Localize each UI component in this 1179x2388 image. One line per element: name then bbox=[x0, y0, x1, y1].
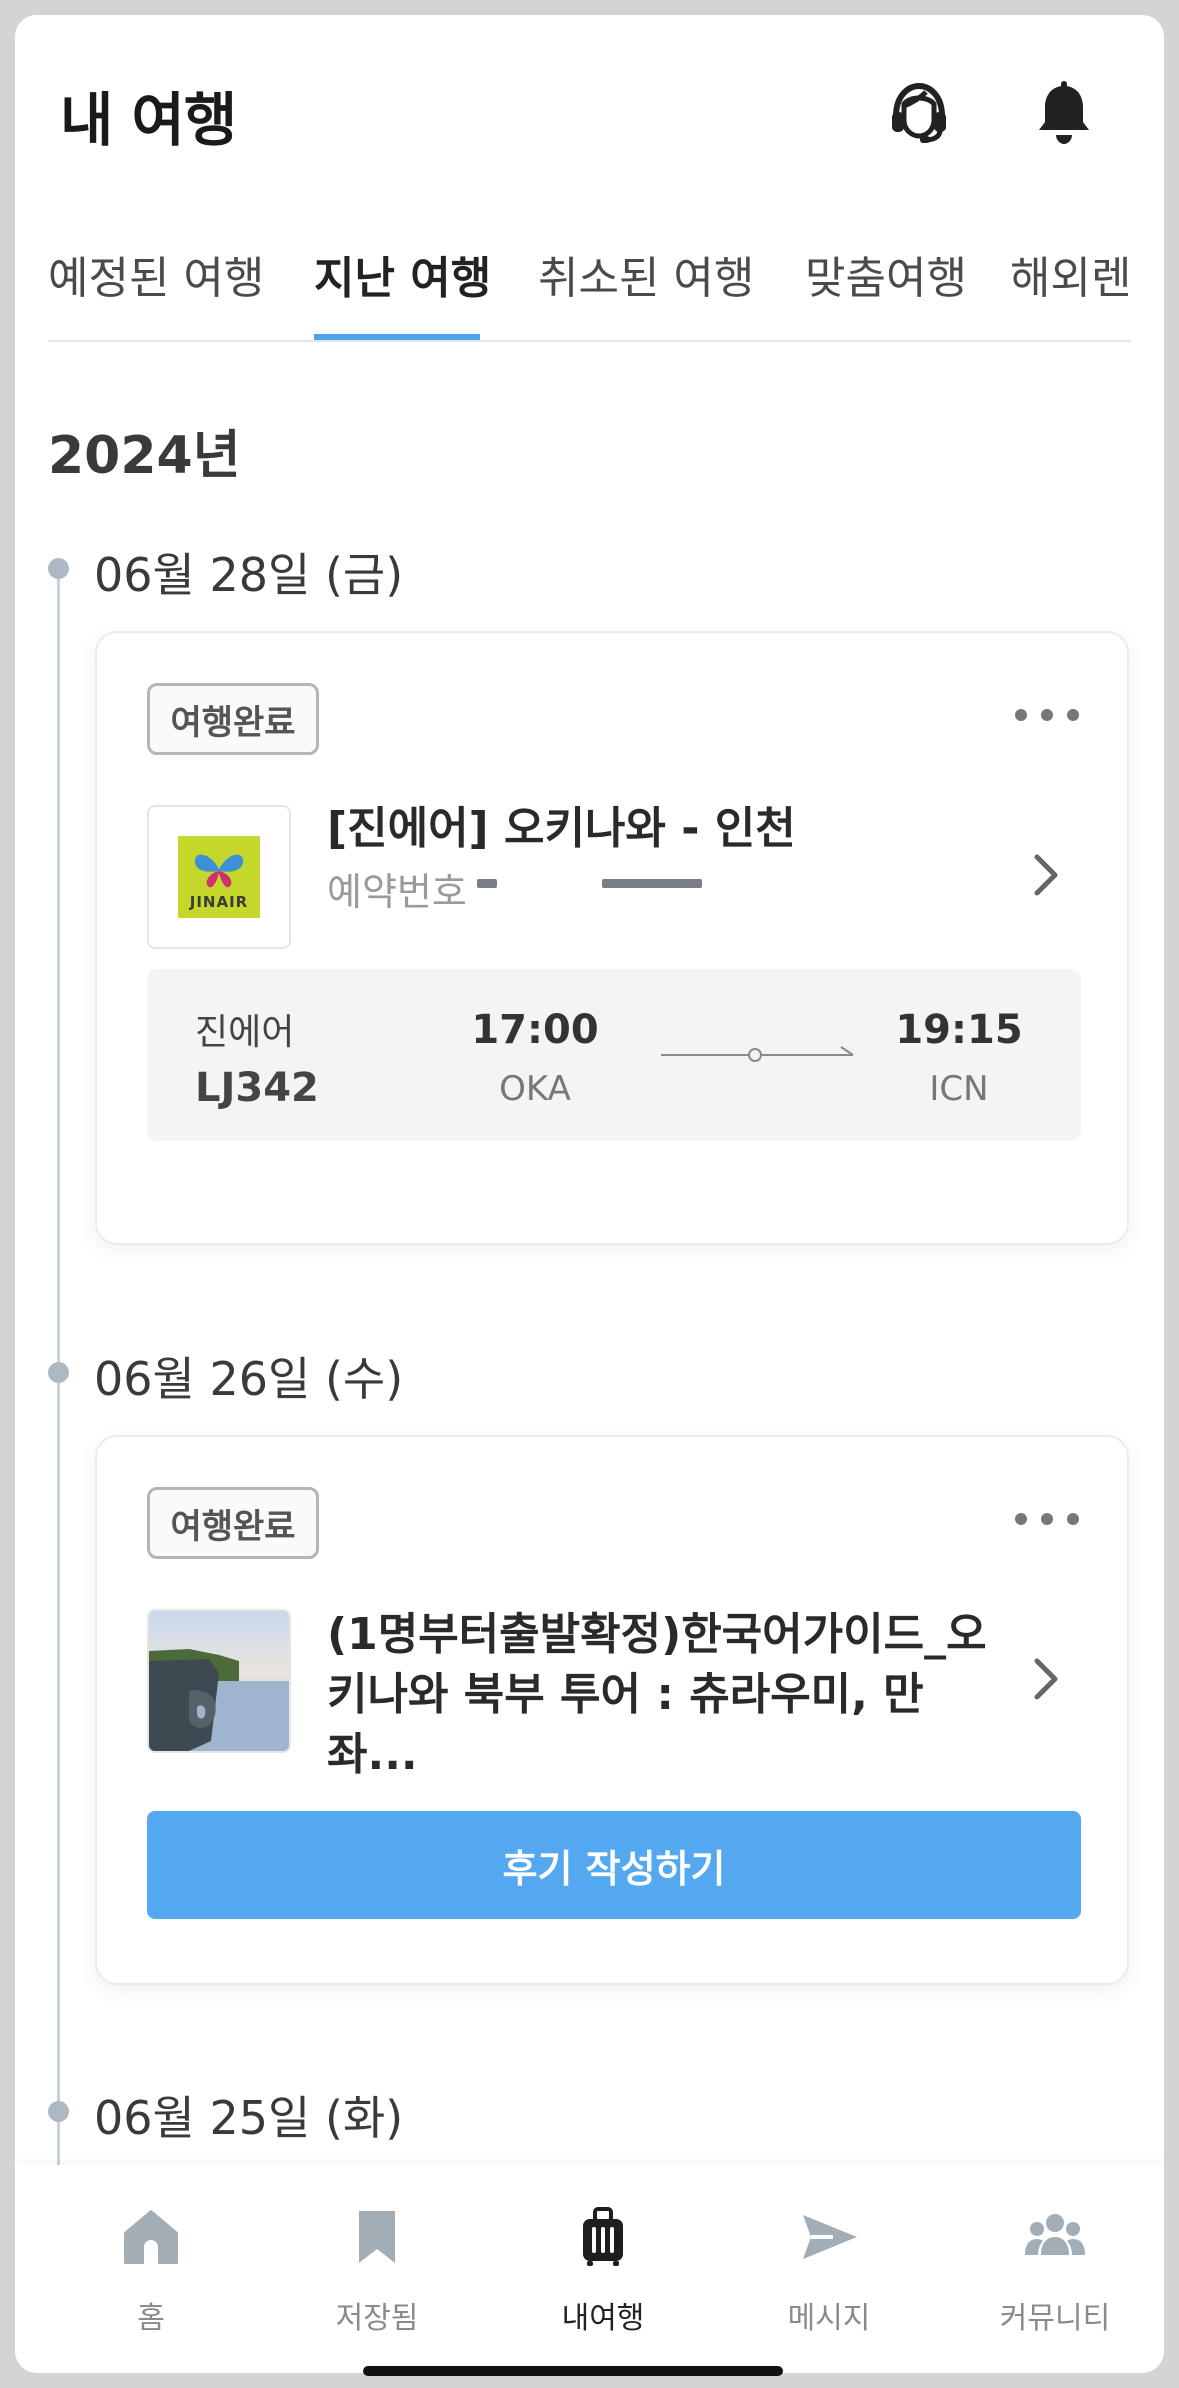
dot-icon bbox=[1041, 1513, 1053, 1525]
airline-logo: JINAIR bbox=[147, 805, 291, 949]
chevron-right-icon[interactable] bbox=[1025, 845, 1065, 905]
dot-icon bbox=[1067, 709, 1079, 721]
more-options-button[interactable] bbox=[1015, 709, 1079, 721]
page-title: 내 여행 bbox=[60, 86, 237, 154]
nav-messages[interactable]: 메시지 bbox=[729, 2165, 929, 2373]
app-screen: 내 여행 예정된 여행 지난 여행 취소된 여행 맞춤여행 해외렌 2024년 bbox=[15, 15, 1164, 2373]
trip-title: [진에어] 오키나와 - 인천 bbox=[327, 803, 796, 854]
tab-overseas-rental[interactable]: 해외렌 bbox=[1010, 242, 1131, 306]
status-badge: 여행완료 bbox=[147, 683, 319, 755]
send-icon bbox=[803, 2215, 857, 2259]
status-badge: 여행완료 bbox=[147, 1487, 319, 1559]
trip-date: 06월 25일 (화) bbox=[94, 2091, 404, 2145]
arrival-time: 19:15 bbox=[895, 1007, 1023, 1053]
dot-icon bbox=[1015, 1513, 1027, 1525]
departure-time: 17:00 bbox=[471, 1007, 599, 1053]
tab-upcoming[interactable]: 예정된 여행 bbox=[48, 242, 264, 306]
tab-custom[interactable]: 맞춤여행 bbox=[805, 242, 967, 306]
departure-airport: OKA bbox=[499, 1069, 571, 1109]
trip-date: 06월 28일 (금) bbox=[94, 548, 404, 602]
nav-my-trips[interactable]: 내여행 bbox=[503, 2165, 703, 2373]
trip-card-flight[interactable]: 여행완료 JINAIR [진에어] 오키나와 - 인천 예약번호 진에어 LJ3… bbox=[95, 631, 1129, 1245]
nav-home[interactable]: 홈 bbox=[51, 2165, 251, 2373]
trip-title-line: 키나와 북부 투어 : 츄라우미, 만좌... bbox=[327, 1669, 924, 1780]
tab-divider bbox=[48, 340, 1131, 342]
nav-community[interactable]: 커뮤니티 bbox=[955, 2165, 1155, 2373]
bottom-navigation: 홈 저장됨 내여행 메시지 커뮤니티 bbox=[15, 2165, 1164, 2373]
svg-text:JINAIR: JINAIR bbox=[189, 893, 248, 911]
headset-icon bbox=[892, 82, 946, 143]
more-options-button[interactable] bbox=[1015, 1513, 1079, 1525]
notification-button[interactable] bbox=[1026, 75, 1102, 151]
home-indicator bbox=[363, 2366, 783, 2376]
tour-thumbnail bbox=[147, 1609, 291, 1753]
timeline-dot bbox=[48, 2101, 69, 2122]
nav-label: 내여행 bbox=[561, 2301, 645, 2336]
trip-card-tour[interactable]: 여행완료 (1명부터출발확정)한국어가이드_오 키나와 북부 투어: 츄라우미… bbox=[95, 1435, 1129, 1985]
suitcase-icon bbox=[583, 2207, 623, 2266]
flight-summary: 진에어 LJ342 17:00 OKA 19:15 ICN bbox=[147, 969, 1081, 1141]
airline-name: 진에어 bbox=[195, 1012, 295, 1053]
nav-label: 저장됨 bbox=[335, 2301, 419, 2336]
dot-icon bbox=[1067, 1513, 1079, 1525]
customer-support-button[interactable] bbox=[881, 75, 957, 151]
nav-label: 홈 bbox=[137, 2301, 165, 2336]
trip-tabs: 예정된 여행 지난 여행 취소된 여행 맞춤여행 해외렌 bbox=[15, 220, 1164, 342]
home-icon bbox=[124, 2210, 178, 2264]
tab-cancelled[interactable]: 취소된 여행 bbox=[538, 242, 754, 306]
flight-route-icon bbox=[661, 1046, 854, 1062]
trip-date: 06월 26일 (수) bbox=[94, 1352, 404, 1406]
dot-icon bbox=[1041, 709, 1053, 721]
chevron-right-icon[interactable] bbox=[1025, 1649, 1065, 1709]
timeline-dot bbox=[48, 1362, 69, 1383]
bookmark-icon bbox=[359, 2211, 395, 2263]
nav-label: 메시지 bbox=[787, 2301, 871, 2336]
nav-saved[interactable]: 저장됨 bbox=[277, 2165, 477, 2373]
bell-icon bbox=[1039, 81, 1089, 144]
dot-icon bbox=[1015, 709, 1027, 721]
year-heading: 2024년 bbox=[48, 426, 241, 486]
redacted-booking-number bbox=[477, 879, 497, 888]
timeline-dot bbox=[48, 558, 69, 579]
trip-title-line: (1명부터출발확정)한국어가이드_오 bbox=[327, 1609, 987, 1660]
redacted-booking-number bbox=[602, 879, 702, 888]
booking-number-label: 예약번호 bbox=[327, 870, 467, 914]
tab-past[interactable]: 지난 여행 bbox=[314, 242, 491, 306]
write-review-button[interactable]: 후기 작성하기 bbox=[147, 1811, 1081, 1919]
flight-number: LJ342 bbox=[195, 1065, 319, 1111]
nav-label: 커뮤니티 bbox=[999, 2301, 1111, 2336]
trip-title: (1명부터출발확정)한국어가이드_오 키나와 북부 투어 : 츄라우미, 만좌.… bbox=[327, 1605, 1007, 1785]
community-icon bbox=[1025, 2214, 1085, 2255]
arrival-airport: ICN bbox=[929, 1069, 989, 1109]
